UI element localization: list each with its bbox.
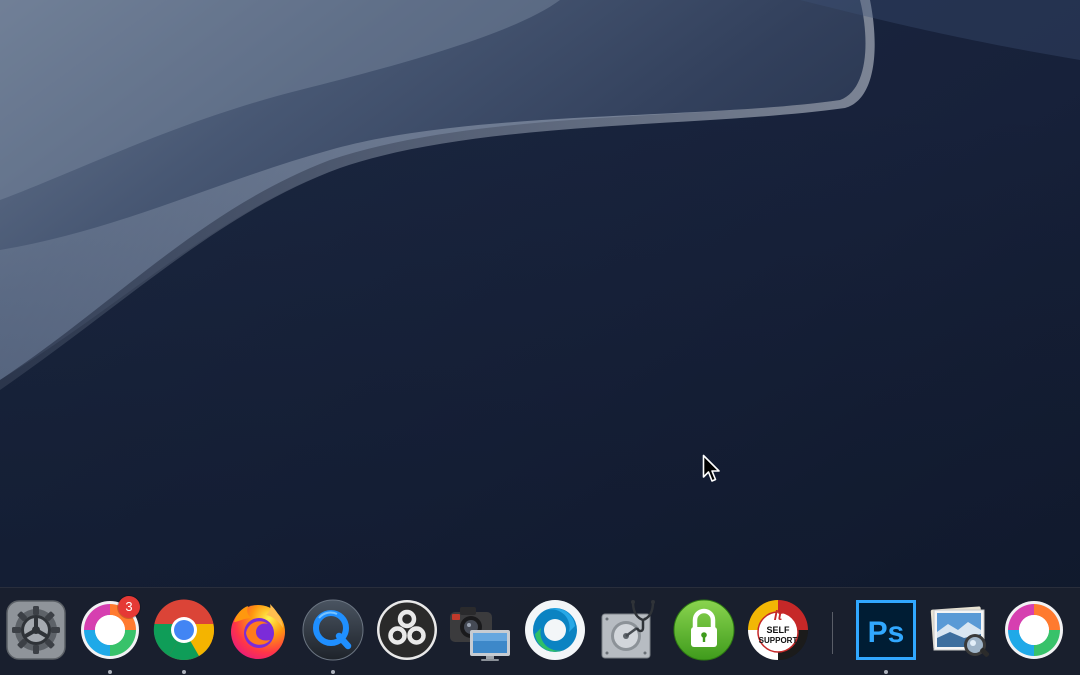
dock-item-webex-meetings[interactable] [523, 598, 587, 662]
running-indicator [108, 670, 112, 674]
preview-icon [930, 606, 990, 657]
disk-utility-icon [601, 600, 655, 659]
padlock-icon [673, 599, 735, 661]
wallpaper [0, 0, 1080, 675]
photoshop-icon: Ps [856, 600, 916, 660]
self-logo-text: SELF [766, 625, 790, 635]
dock-item-photoshop[interactable]: Ps [854, 598, 918, 674]
running-indicator [182, 670, 186, 674]
it-self-support-icon: it SELF SUPPORT [748, 600, 808, 660]
webex-meetings-icon [525, 600, 585, 660]
firefox-icon [231, 604, 285, 659]
quicktime-icon [302, 599, 364, 661]
dock-item-webex-teams[interactable]: 3 [78, 596, 142, 674]
dock-item-obs[interactable] [375, 598, 439, 662]
dock-item-webex[interactable] [1002, 598, 1066, 662]
photoshop-logo-text: Ps [868, 616, 905, 649]
notification-badge: 3 [118, 596, 140, 618]
webex-icon [1005, 601, 1063, 659]
chrome-icon [153, 599, 215, 661]
dock: 3 it SELF SUPPORT Ps [0, 587, 1080, 675]
running-indicator [884, 670, 888, 674]
image-capture-icon [450, 607, 510, 661]
dock-item-google-chrome[interactable] [152, 598, 216, 674]
gear-icon [6, 600, 66, 660]
support-logo-text: SUPPORT [759, 636, 798, 645]
dock-item-disk-utility[interactable] [597, 598, 661, 662]
dock-item-system-preferences[interactable] [4, 598, 68, 662]
dock-item-it-self-support[interactable]: it SELF SUPPORT [746, 598, 810, 662]
it-logo-text: it [774, 607, 784, 623]
desktop[interactable]: 3 it SELF SUPPORT Ps [0, 0, 1080, 675]
dock-item-firefox[interactable] [226, 598, 290, 662]
running-indicator [331, 670, 335, 674]
obs-icon [377, 600, 437, 660]
dock-item-quicktime-player[interactable] [301, 598, 365, 674]
dock-separator [832, 612, 833, 654]
dock-item-keychain-lock[interactable] [672, 598, 736, 662]
dock-item-image-capture[interactable] [448, 598, 512, 662]
dock-item-preview[interactable] [928, 598, 992, 662]
mouse-pointer-icon [702, 454, 720, 482]
